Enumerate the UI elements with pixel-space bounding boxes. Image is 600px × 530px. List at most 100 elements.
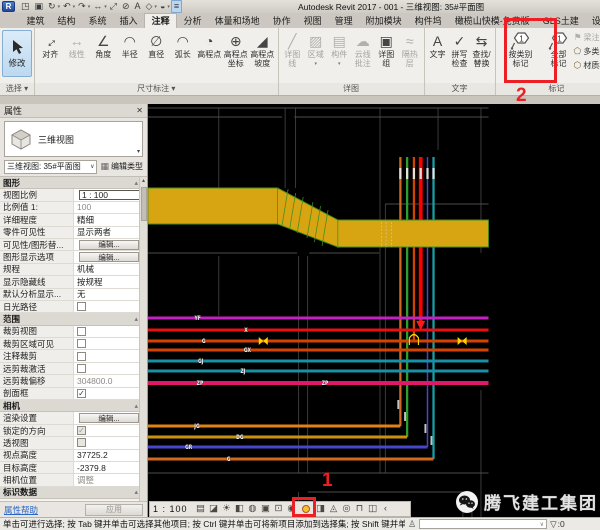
property-value[interactable] <box>74 326 147 337</box>
property-value[interactable]: 无 <box>74 289 147 300</box>
ribbon-tab-5[interactable]: 分析 <box>177 14 208 28</box>
ribbon-tab-8[interactable]: 视图 <box>297 14 328 28</box>
thin-lines-icon[interactable]: ≡ <box>171 0 182 13</box>
scale-control[interactable]: 1 : 100 <box>153 504 193 514</box>
palette-scrollbar[interactable]: ▴ <box>139 177 147 501</box>
scroll-up-icon[interactable]: ▴ <box>140 177 147 185</box>
default-3d-view-icon[interactable]: ◇ <box>144 1 155 12</box>
property-section-header[interactable]: 图形▴ <box>0 177 147 189</box>
dropdown-caret-icon[interactable]: ▾ <box>154 4 157 10</box>
panel-label-dimension[interactable]: 尺寸标注 ▾ <box>35 83 278 95</box>
pipe-tag[interactable]: ZJ <box>240 368 245 375</box>
properties-help-link[interactable]: 属性帮助 <box>4 504 38 516</box>
ribbon-tab-7[interactable]: 协作 <box>266 14 297 28</box>
checkbox[interactable] <box>77 352 86 361</box>
show-crop-region-icon[interactable]: ⊡ <box>272 502 285 516</box>
worksharing-display-icon[interactable]: ◫ <box>366 502 379 516</box>
rendering-dialog-icon[interactable]: ◍ <box>246 502 259 516</box>
ribbon-tab-14[interactable]: 设备通用 <box>585 14 600 28</box>
dropdown-caret-icon[interactable]: ▾ <box>338 60 341 69</box>
pipe-tag[interactable]: YF <box>194 315 202 322</box>
view-selector-dropdown[interactable]: 三维视图: 35#平面图 ∨ <box>4 160 97 174</box>
apply-button[interactable]: 应用 <box>85 504 143 516</box>
analytical-model-icon[interactable]: ◬ <box>327 502 340 516</box>
design-options-select[interactable]: ∨ <box>419 519 547 529</box>
riser-tag[interactable] <box>420 168 422 179</box>
property-value[interactable]: 编辑... <box>74 239 147 250</box>
edit-button[interactable]: 编辑... <box>79 240 139 250</box>
dropdown-caret-icon[interactable]: ▾ <box>167 4 170 10</box>
edit-type-button[interactable]: ▦ 编辑类型 <box>100 161 143 172</box>
riser-tag[interactable] <box>426 168 428 179</box>
drawing-area[interactable]: YFXGGXGJZJZPZPJGDGGRG <box>148 104 600 517</box>
property-section-header[interactable]: 范围▴ <box>0 313 147 325</box>
dropdown-caret-icon[interactable]: ▾ <box>88 4 91 10</box>
ribbon-tab-11[interactable]: 构件坞 <box>408 14 448 28</box>
property-value[interactable]: 调整 <box>74 474 147 485</box>
worksets-icon[interactable]: ♙ <box>408 519 416 530</box>
ribbon-button[interactable]: ◠半径 <box>117 30 144 60</box>
pipe-tag[interactable]: ZP <box>322 380 329 387</box>
detail-level-icon[interactable]: ▤ <box>194 502 207 516</box>
ribbon-small-button[interactable]: ⬡材质标记 <box>574 58 600 72</box>
ribbon-button[interactable]: ∅直径 <box>143 30 170 60</box>
measure-icon[interactable]: ↔ <box>91 1 104 12</box>
property-section-header[interactable]: 标识数据▴ <box>0 487 147 499</box>
pipe-tag[interactable]: X <box>244 327 247 334</box>
scrollbar-thumb[interactable] <box>141 187 147 221</box>
sync-icon[interactable]: ↻ <box>46 1 58 12</box>
selection-filter[interactable]: ▽ :0 <box>550 519 565 530</box>
pipe-tag[interactable]: GX <box>244 347 251 354</box>
ribbon-tab-3[interactable]: 插入 <box>113 14 144 28</box>
edit-button[interactable]: 编辑... <box>79 252 139 262</box>
dropdown-caret-icon[interactable]: ▾ <box>58 4 61 10</box>
pipe-tag[interactable]: GR <box>185 444 192 451</box>
sun-path-icon[interactable]: ☀ <box>220 502 233 516</box>
property-value[interactable]: 37725.2 <box>74 450 147 461</box>
property-value[interactable] <box>74 437 147 448</box>
property-value[interactable]: 编辑... <box>74 412 147 423</box>
riser-mark[interactable] <box>406 310 408 315</box>
pipe-tag[interactable]: GJ <box>198 358 203 365</box>
ribbon-button[interactable]: ◠弧长 <box>170 30 197 60</box>
elbow-tag[interactable] <box>424 424 426 433</box>
redo-icon[interactable]: ↷ <box>76 1 88 12</box>
pipe-tag[interactable]: G <box>202 338 206 345</box>
elbow-tag[interactable] <box>404 412 406 421</box>
panel-label-detail[interactable]: 详图 <box>279 83 424 95</box>
shadows-icon[interactable]: ◧ <box>233 502 246 516</box>
property-value[interactable]: 显示两者 <box>74 227 147 238</box>
riser-tag[interactable] <box>432 168 434 179</box>
dropdown-caret-icon[interactable]: ▾ <box>73 4 76 10</box>
checkbox[interactable] <box>77 364 86 373</box>
elbow-tag[interactable] <box>397 400 399 409</box>
undo-icon[interactable]: ↶ <box>61 1 73 12</box>
revit-app-button[interactable]: R <box>2 1 15 12</box>
checkbox[interactable] <box>77 339 86 348</box>
property-value[interactable]: ✓ <box>74 425 147 436</box>
property-value[interactable]: ✓ <box>74 388 147 399</box>
pipe-tag[interactable]: ZP <box>197 380 204 387</box>
ribbon-tab-1[interactable]: 结构 <box>51 14 82 28</box>
ribbon-button[interactable]: ✓拼写 检查 <box>449 30 471 68</box>
property-value[interactable] <box>74 338 147 349</box>
ribbon-tab-4[interactable]: 注释 <box>144 13 177 28</box>
value-input[interactable]: 1 : 100 <box>79 190 145 201</box>
property-value[interactable] <box>74 350 147 361</box>
dropdown-caret-icon[interactable]: ▾ <box>104 4 107 10</box>
ribbon-button[interactable]: ◢高程点 坡度 <box>249 30 276 68</box>
close-icon[interactable]: ✕ <box>136 106 143 115</box>
property-section-header[interactable]: 相机▴ <box>0 400 147 412</box>
riser-tag[interactable] <box>406 168 408 179</box>
pipe-tag[interactable]: DG <box>236 434 243 441</box>
property-value[interactable]: 精细 <box>74 214 147 225</box>
ribbon-button[interactable]: ⇆查找/ 替换 <box>471 30 493 68</box>
checkbox[interactable] <box>77 327 86 336</box>
property-value[interactable]: 机械 <box>74 264 147 275</box>
save-icon[interactable]: ▣ <box>33 1 46 12</box>
checkbox[interactable]: ✓ <box>77 389 86 398</box>
ribbon-tab-2[interactable]: 系统 <box>82 14 113 28</box>
property-value[interactable] <box>74 363 147 374</box>
ribbon-button[interactable]: ⊕高程点 坐标 <box>223 30 250 68</box>
text-icon[interactable]: A <box>132 1 142 12</box>
